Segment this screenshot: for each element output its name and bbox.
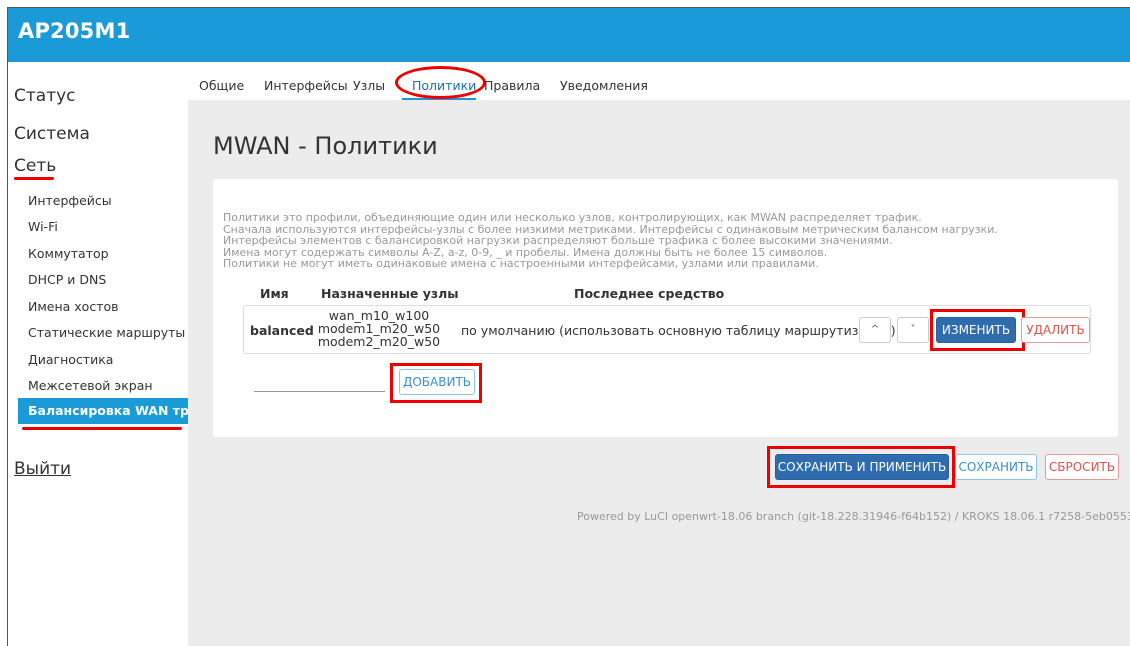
description: Политики это профили, объединяющие один … xyxy=(223,212,998,270)
policy-name: balanced xyxy=(250,323,314,338)
policy-members: wan_m10_w100 modem1_m20_w50 modem2_m20_w… xyxy=(314,309,444,348)
column-header-last-resort: Последнее средство xyxy=(574,286,725,301)
sidebar: Статус Система Сеть Интерфейсы Wi-Fi Ком… xyxy=(8,62,188,646)
tab-interfaces[interactable]: Интерфейсы xyxy=(264,78,348,93)
highlight-box-edit xyxy=(930,309,1025,351)
sidebar-item-interfaces[interactable]: Интерфейсы xyxy=(28,193,112,208)
move-down-button[interactable]: ˅ xyxy=(897,317,929,343)
move-up-button[interactable]: ^ xyxy=(859,317,891,343)
description-line: Политики не могут иметь одинаковые имена… xyxy=(223,257,819,270)
sidebar-item-system[interactable]: Система xyxy=(14,124,90,144)
sidebar-item-wifi[interactable]: Wi-Fi xyxy=(28,219,58,234)
sidebar-item-hostnames[interactable]: Имена хостов xyxy=(28,299,119,314)
highlight-box-save-apply xyxy=(767,446,955,488)
app-frame: AP205M1 Статус Система Сеть Интерфейсы W… xyxy=(7,7,1130,646)
logout-link[interactable]: Выйти xyxy=(14,459,71,479)
sidebar-item-status[interactable]: Статус xyxy=(14,86,76,106)
description-line: Политики это профили, объединяющие один … xyxy=(223,211,922,224)
tab-bar: Общие Интерфейсы Узлы Политики Правила У… xyxy=(188,62,1130,100)
main-content: Общие Интерфейсы Узлы Политики Правила У… xyxy=(188,62,1130,646)
sidebar-item-dhcp-dns[interactable]: DHCP и DNS xyxy=(28,272,106,287)
brand-title[interactable]: AP205M1 xyxy=(18,19,130,43)
highlight-ellipse-policies xyxy=(395,66,486,99)
save-button[interactable]: СОХРАНИТЬ xyxy=(955,454,1037,480)
sidebar-item-switch[interactable]: Коммутатор xyxy=(28,246,109,261)
column-header-name: Имя xyxy=(260,286,289,301)
highlight-underline-wan-balancing xyxy=(22,427,182,430)
tab-members[interactable]: Узлы xyxy=(353,78,385,93)
sidebar-item-static-routes[interactable]: Статические маршруты xyxy=(28,325,185,340)
header-bar: AP205M1 xyxy=(8,8,1130,62)
tab-general[interactable]: Общие xyxy=(199,78,244,93)
highlight-underline-network xyxy=(14,177,54,180)
reset-button[interactable]: СБРОСИТЬ xyxy=(1045,454,1119,480)
sidebar-item-wan-balancing[interactable]: Балансировка WAN трафик xyxy=(18,398,188,424)
new-policy-name-input[interactable] xyxy=(254,391,385,392)
page-title: MWAN - Политики xyxy=(213,132,438,160)
member-item: modem2_m20_w50 xyxy=(317,334,441,349)
policy-last-resort: по умолчанию (использовать основную табл… xyxy=(461,323,896,338)
delete-button[interactable]: УДАЛИТЬ xyxy=(1021,317,1090,343)
sidebar-item-firewall[interactable]: Межсетевой экран xyxy=(28,378,153,393)
sidebar-item-diagnostics[interactable]: Диагностика xyxy=(28,352,113,367)
description-line: Интерфейсы элементов с балансировкой наг… xyxy=(223,234,893,247)
sidebar-item-network[interactable]: Сеть xyxy=(14,156,56,176)
footer-text: Powered by LuCI openwrt-18.06 branch (gi… xyxy=(577,510,1130,523)
highlight-box-add xyxy=(390,363,482,403)
tab-notifications[interactable]: Уведомления xyxy=(560,78,648,93)
tab-rules[interactable]: Правила xyxy=(484,78,540,93)
column-header-members: Назначенные узлы xyxy=(321,286,459,301)
